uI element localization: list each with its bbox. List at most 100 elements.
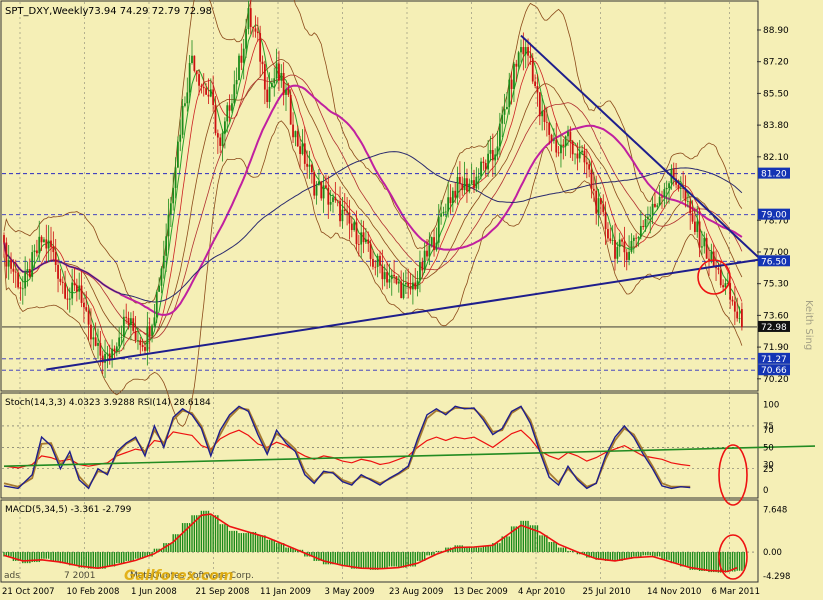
price-tick-label: 70.20 [763,375,789,385]
candle-body [508,79,511,107]
candle-body [588,164,591,170]
candle-body [127,317,130,325]
candle-body [621,239,623,242]
candle-body [381,265,384,280]
candle-body [73,282,76,286]
candle-body [717,268,720,270]
candle-body [36,250,38,254]
candle-body [393,274,395,277]
candle-body [651,203,654,215]
candle-body [256,31,259,34]
candle-body [209,89,212,97]
macd-label: MACD(5,34,5) -3.361 -2.799 [5,505,132,515]
candle-body [733,301,736,312]
candle-body [120,337,123,338]
candle-body [285,89,287,95]
candle-body [607,229,609,239]
candle-body [642,225,645,228]
candle-body [649,214,652,217]
candle-body [24,272,27,289]
candle-body [261,61,264,65]
candle-body [17,272,19,288]
candle-body [447,197,450,212]
candle-body [555,139,558,153]
candle-body [54,252,57,265]
candle-body [397,281,400,284]
candle-body [583,150,586,163]
candle-body [118,337,121,347]
candle-body [111,348,113,360]
candle-body [219,137,222,146]
candle-body [426,250,428,257]
candle-body [207,94,210,97]
candle-body [722,285,724,288]
candle-body [148,326,151,336]
candle-body [541,110,544,117]
candle-body [501,114,504,124]
candle-body [235,80,238,85]
candle-body [310,164,313,173]
candle-body [50,240,52,247]
candle-body [430,237,433,246]
macd-tick-label: 0.00 [763,548,782,558]
candle-body [200,85,203,87]
candle-body [343,209,346,211]
candle-body [64,282,66,299]
candle-body [665,188,668,190]
price-tick-label: 88.90 [763,26,789,36]
candle-body [75,285,78,292]
candle-body [383,272,386,280]
candle-body [557,152,560,154]
candle-body [386,272,388,283]
candle-body [527,47,529,56]
candle-body [668,183,670,189]
candle-body [254,28,257,32]
candle-body [68,298,71,300]
candle-body [461,183,464,191]
candle-body [212,89,215,105]
candle-body [628,251,630,260]
candle-body [440,213,442,217]
candle-body [724,283,727,288]
candle-body [353,222,356,230]
candle-body [494,154,497,161]
candle-body [548,122,551,135]
candle-body [562,144,565,147]
candle-body [33,250,36,253]
candle-body [515,63,518,67]
candle-body [473,180,475,189]
candle-body [367,239,370,244]
candle-body [454,190,457,198]
price-tick-label: 73.60 [763,311,789,321]
candle-body [712,251,715,266]
candle-body [590,169,593,189]
candle-body [294,131,297,138]
candle-body [115,346,118,352]
candle-body [585,162,588,165]
candle-body [644,219,647,228]
candle-body [130,318,132,325]
candle-body [428,245,431,257]
candle-body [221,132,224,146]
candle-body [66,298,69,300]
candle-body [550,134,553,141]
candle-body [564,136,567,147]
candle-body [28,269,31,277]
candle-body [691,213,694,222]
candle-body [437,216,440,243]
date-tick-label: 13 Dec 2009 [454,587,508,597]
candle-body [97,342,99,346]
candle-body [153,317,156,326]
candle-body [635,237,638,239]
candle-body [162,255,165,269]
candle-body [520,47,522,53]
candle-body [191,55,193,63]
candle-body [696,221,699,232]
price-tag-label: 71.27 [761,355,787,365]
candle-body [719,269,722,286]
price-tag-label: 72.98 [761,323,787,333]
candle-body [141,345,144,348]
candle-body [247,8,250,30]
candle-body [656,205,659,207]
candle-body [604,212,607,230]
